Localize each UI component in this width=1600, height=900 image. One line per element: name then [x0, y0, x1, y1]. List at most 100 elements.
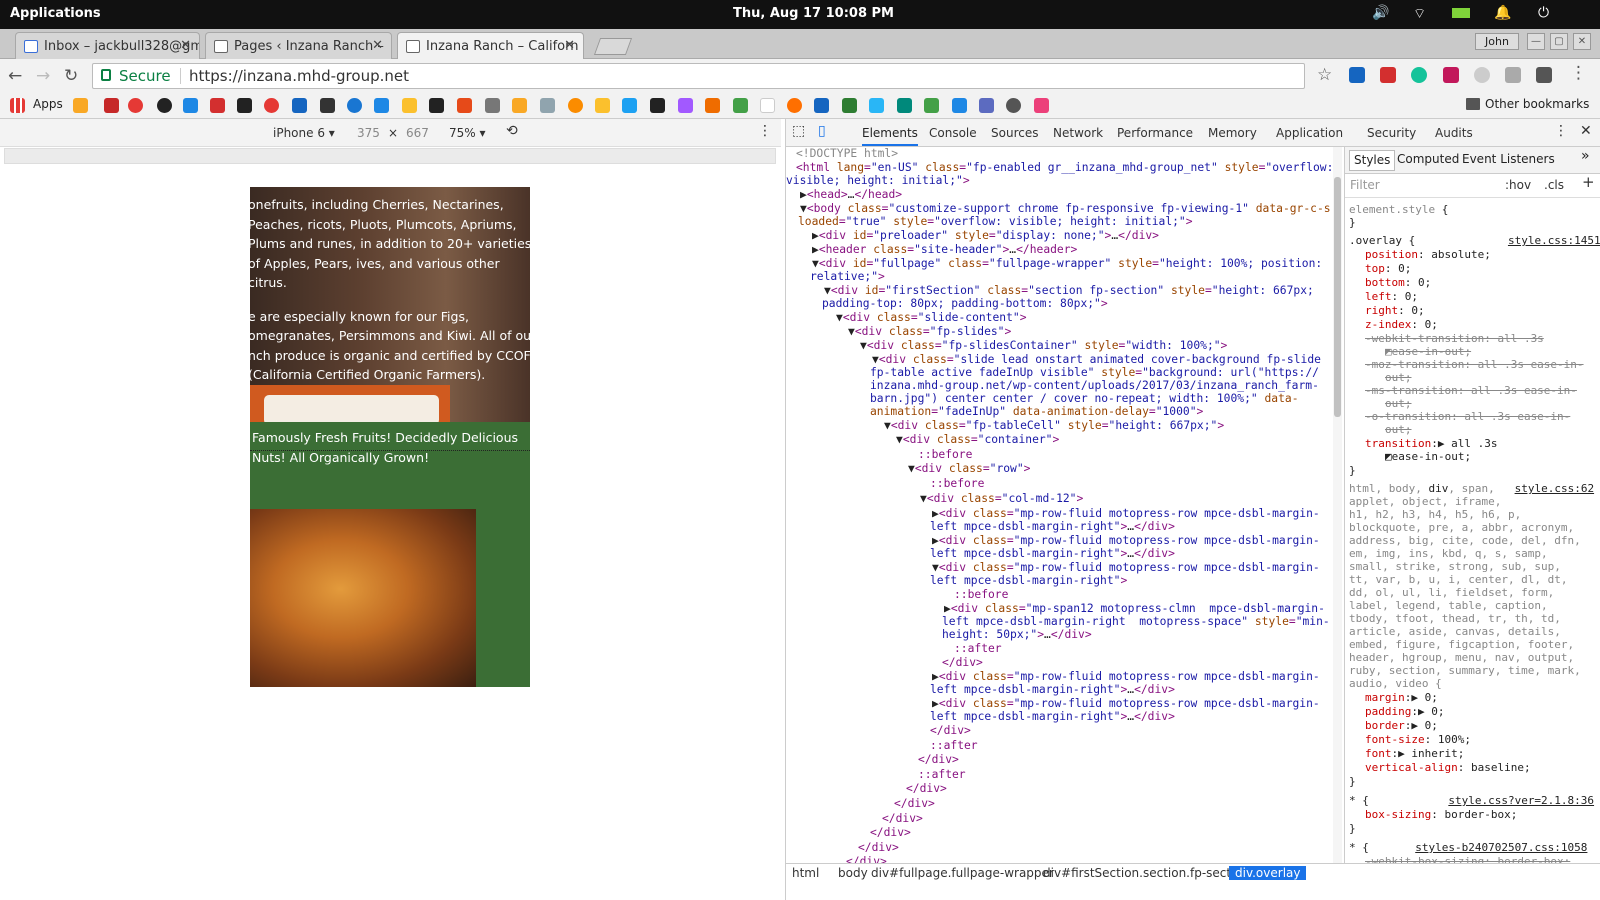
style-declaration[interactable]: out;	[1385, 423, 1412, 436]
twitter-icon[interactable]	[622, 98, 637, 113]
style-declaration[interactable]: margin:▶ 0;	[1365, 691, 1438, 704]
bookmark-icon[interactable]	[869, 98, 884, 113]
dom-line[interactable]: ::before	[930, 477, 984, 491]
other-bookmarks[interactable]: Other bookmarks	[1485, 97, 1589, 111]
tab-performance[interactable]: Performance	[1117, 126, 1193, 140]
tab-close-icon[interactable]: ✕	[372, 38, 383, 53]
breadcrumb-fullpage[interactable]: div#fullpage.fullpage-wrapper	[871, 866, 1054, 880]
bookmark-icon[interactable]	[924, 98, 939, 113]
breadcrumb-body[interactable]: body	[838, 866, 868, 880]
maximize-icon[interactable]: ▢	[1550, 33, 1568, 50]
dom-line[interactable]: ▼<div class="slide lead onstart animated…	[872, 353, 1321, 367]
style-declaration[interactable]: padding:▶ 0;	[1365, 705, 1444, 718]
dom-line[interactable]: loaded="true" style="overflow: visible; …	[798, 215, 1193, 229]
tab-memory[interactable]: Memory	[1208, 126, 1257, 140]
new-tab-button[interactable]	[593, 38, 633, 55]
dom-line[interactable]: </div>	[870, 826, 911, 840]
bar-chart-icon[interactable]	[512, 98, 527, 113]
bookmark-icon[interactable]	[952, 98, 967, 113]
new-rule-button[interactable]: +	[1582, 174, 1595, 189]
style-declaration[interactable]: right: 0;	[1365, 304, 1425, 317]
bookmark-star-icon[interactable]	[73, 98, 88, 113]
dom-line[interactable]: ▼<div id="firstSection" class="section f…	[824, 284, 1314, 298]
width-field[interactable]: 375	[357, 126, 380, 140]
dom-line[interactable]: left mpce-dsbl-margin-right motopress-sp…	[942, 615, 1330, 629]
tab-elements[interactable]: Elements	[862, 126, 918, 146]
bookmark-icon[interactable]	[650, 98, 665, 113]
bookmark-star-icon[interactable]: ☆	[1317, 65, 1332, 85]
github-icon[interactable]	[157, 98, 172, 113]
tab-application[interactable]: Application	[1276, 126, 1343, 140]
bookmark-icon[interactable]	[402, 98, 417, 113]
tab-security[interactable]: Security	[1367, 126, 1416, 140]
style-declaration[interactable]: left: 0;	[1365, 290, 1418, 303]
bookmark-icon[interactable]	[292, 98, 307, 113]
emulated-viewport[interactable]: onefruits, including Cherries, Nectarine…	[250, 187, 530, 687]
zoom-select[interactable]: 75% ▾	[449, 126, 486, 140]
style-declaration[interactable]: top: 0;	[1365, 262, 1411, 275]
dom-line[interactable]: left mpce-dsbl-margin-right">…</div>	[930, 710, 1175, 724]
dom-line[interactable]: relative;">	[810, 270, 885, 284]
dom-line[interactable]: barn.jpg") center center / cover no-repe…	[870, 392, 1299, 406]
extension-icon[interactable]	[1380, 67, 1396, 83]
bookmark-icon[interactable]	[104, 98, 119, 113]
dom-line[interactable]: ▼<div class="row">	[908, 462, 1030, 476]
dom-line[interactable]: ▼<div class="fp-slidesContainer" style="…	[860, 339, 1227, 353]
dom-line[interactable]: ▶<div class="mp-row-fluid motopress-row …	[932, 670, 1320, 684]
dom-line[interactable]: ▶<header class="site-header">…</header>	[812, 243, 1077, 257]
hover-state-toggle[interactable]: :hov	[1505, 178, 1531, 192]
bookmark-icon[interactable]	[457, 98, 472, 113]
tab-close-icon[interactable]: ✕	[564, 38, 575, 53]
applications-menu[interactable]: Applications	[10, 6, 101, 21]
dom-line[interactable]: ▶<div class="mp-row-fluid motopress-row …	[932, 534, 1320, 548]
tab-audits[interactable]: Audits	[1435, 126, 1473, 140]
dom-line[interactable]: ▼<div class="col-md-12">	[920, 492, 1083, 506]
dom-line[interactable]: ::after	[918, 768, 966, 782]
style-rule-selector[interactable]: * { style.css?ver=2.1.8:36	[1349, 794, 1594, 807]
extension-icon[interactable]	[1443, 67, 1459, 83]
style-declaration[interactable]: border:▶ 0;	[1365, 719, 1438, 732]
tab-close-icon[interactable]: ✕	[180, 38, 191, 53]
dom-line[interactable]: ▼<div class="fp-tableCell" style="height…	[884, 419, 1224, 433]
bookmark-icon[interactable]	[374, 98, 389, 113]
style-rule-selector[interactable]: * { styles-b240702507.css:1058	[1349, 841, 1587, 854]
forward-icon[interactable]: →	[36, 66, 50, 86]
dom-line[interactable]: ▼<div class="fp-slides">	[848, 325, 1011, 339]
bookmark-icon[interactable]	[347, 98, 362, 113]
dom-line[interactable]: ▶<div id="preloader" style="display: non…	[812, 229, 1159, 243]
close-window-icon[interactable]: ✕	[1573, 33, 1591, 50]
dom-line[interactable]: <html lang="en-US" class="fp-enabled gr_…	[796, 161, 1331, 175]
dom-line[interactable]: left mpce-dsbl-margin-right">…</div>	[930, 520, 1175, 534]
devtools-menu-icon[interactable]: ⋮	[1554, 123, 1568, 139]
wifi-icon[interactable]: ⌔	[1413, 5, 1426, 23]
power-icon[interactable]: ⏻	[1538, 5, 1549, 21]
url-text[interactable]: https://inzana.mhd-group.net	[189, 67, 409, 85]
back-icon[interactable]: ←	[8, 66, 22, 86]
device-select[interactable]: iPhone 6 ▾	[273, 126, 335, 140]
style-declaration[interactable]: out;	[1385, 397, 1412, 410]
dom-line[interactable]: ▶<div class="mp-span12 motopress-clmn mp…	[944, 602, 1325, 616]
style-rule[interactable]: element.style {	[1349, 203, 1448, 216]
bookmark-icon[interactable]	[897, 98, 912, 113]
notification-bell-icon[interactable]: 🔔	[1494, 5, 1511, 21]
dom-line[interactable]: ::before	[954, 588, 1008, 602]
tab-computed[interactable]: Computed	[1397, 152, 1459, 166]
dom-line[interactable]: ▶<head>…</head>	[800, 188, 902, 202]
style-rule-selector[interactable]: .overlay { style.css:1451	[1349, 234, 1600, 247]
bookmark-icon[interactable]	[1006, 98, 1021, 113]
dom-line[interactable]: height: 50px;">…</div>	[942, 628, 1092, 642]
bookmark-icon[interactable]	[705, 98, 720, 113]
dom-line[interactable]: animation="fadeInUp" data-animation-dela…	[870, 405, 1203, 419]
dom-line[interactable]: </div>	[882, 812, 923, 826]
tab-network[interactable]: Network	[1053, 126, 1103, 140]
dom-line[interactable]: </div>	[894, 797, 935, 811]
style-declaration[interactable]: ◩ease-in-out;	[1385, 345, 1471, 358]
height-field[interactable]: 667	[406, 126, 429, 140]
dom-line[interactable]: ▶<div class="mp-row-fluid motopress-row …	[932, 507, 1320, 521]
dom-line[interactable]: ::before	[918, 448, 972, 462]
dom-line[interactable]: ::after	[930, 739, 978, 753]
scrollbar-thumb[interactable]	[1334, 177, 1341, 417]
reload-icon[interactable]: ↻	[64, 66, 78, 86]
dom-tree[interactable]: <!DOCTYPE html> <html lang="en-US" class…	[786, 147, 1331, 882]
style-declaration[interactable]: -moz-transition: all .3s ease-in-	[1365, 358, 1584, 371]
